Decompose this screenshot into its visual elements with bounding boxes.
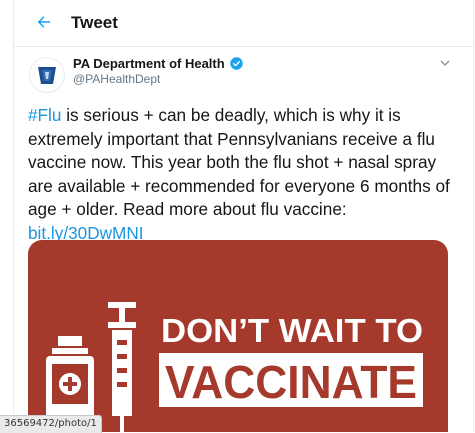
tweet-media-image[interactable]: DON’T WAIT TO VACCINATE xyxy=(28,240,448,432)
author-handle[interactable]: @PAHealthDept xyxy=(73,72,160,86)
browser-status-url: 36569472/photo/1 xyxy=(0,415,102,433)
author-name-text: PA Department of Health xyxy=(73,56,225,71)
chevron-down-icon xyxy=(440,60,450,66)
media-headline-1: DON’T WAIT TO xyxy=(161,312,423,349)
hashtag-link[interactable]: #Flu xyxy=(28,105,61,125)
back-button[interactable] xyxy=(31,9,57,35)
tweet-line-1: #Flu is serious + can be deadly, which i… xyxy=(28,105,401,125)
media-headline-2: VACCINATE xyxy=(165,356,417,408)
tweet-text: #Flu is serious + can be deadly, which i… xyxy=(28,104,468,245)
syringe-icon xyxy=(108,302,136,432)
vaccine-graphic: DON’T WAIT TO VACCINATE xyxy=(46,302,423,432)
tweet-line-2: extremely important that Pennsylvanians … xyxy=(28,128,435,149)
arrow-left-icon xyxy=(37,16,50,28)
page-title: Tweet xyxy=(71,13,118,32)
column-border-right xyxy=(473,0,474,432)
tweet-line-4: are available + recommended for everyone… xyxy=(28,175,450,196)
verified-badge-icon xyxy=(229,57,243,70)
avatar[interactable] xyxy=(29,57,65,93)
page-header: Tweet xyxy=(14,0,473,47)
tweet-line-5: age + older. Read more about flu vaccine… xyxy=(28,199,347,219)
column-border-left xyxy=(13,0,14,432)
keystone-logo-icon xyxy=(38,67,56,84)
author-name[interactable]: PA Department of Health xyxy=(73,56,244,71)
tweet-line-3: vaccine now. This year both the flu shot… xyxy=(28,152,437,172)
more-options-button[interactable] xyxy=(437,55,453,71)
